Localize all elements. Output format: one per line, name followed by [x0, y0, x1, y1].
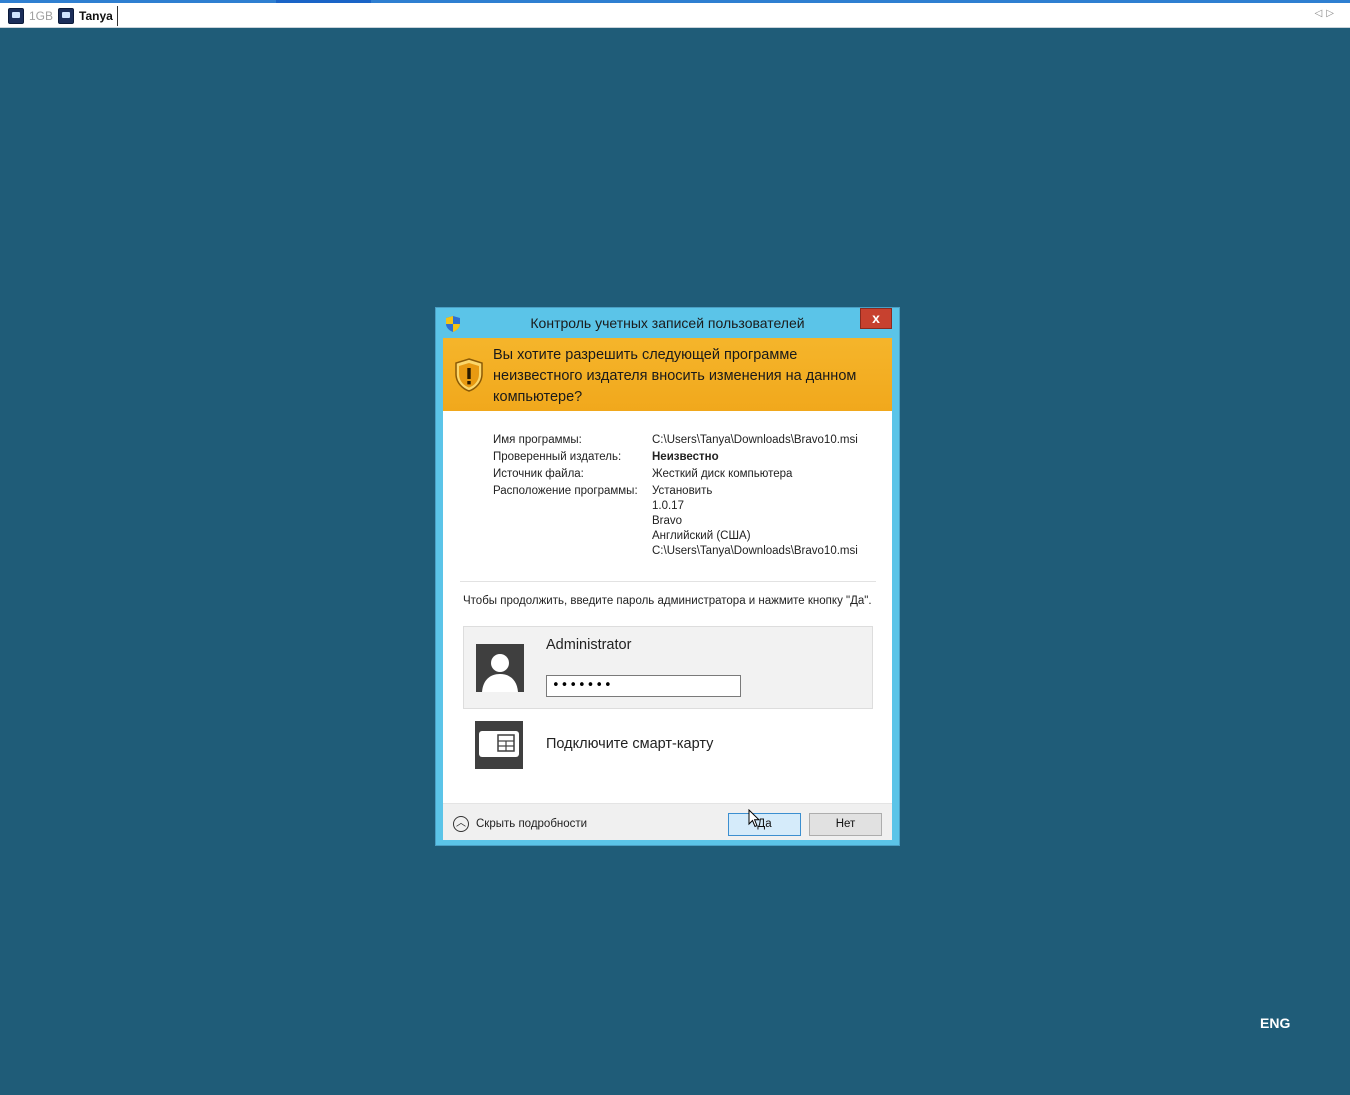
- admin-username: Administrator: [546, 637, 632, 653]
- tab-1gb[interactable]: 1GB: [8, 6, 53, 26]
- remote-tab-bar: 1GB Tanya ◁▷: [0, 0, 1350, 28]
- rdp-icon: [8, 8, 24, 24]
- credentials-prompt: Чтобы продолжить, введите пароль админис…: [463, 595, 872, 607]
- admin-credential-tile[interactable]: Administrator •••••••: [463, 626, 873, 709]
- detail-value: Неизвестно: [652, 451, 719, 463]
- no-button[interactable]: Нет: [809, 813, 882, 836]
- dialog-title: Контроль учетных записей пользователей: [530, 315, 805, 331]
- detail-value: 1.0.17: [652, 500, 684, 512]
- hide-details-toggle[interactable]: ︿ Скрыть подробности: [453, 816, 587, 832]
- yes-button[interactable]: Да: [728, 813, 801, 836]
- close-button[interactable]: x: [860, 308, 892, 329]
- details-panel: Имя программы: C:\Users\Tanya\Downloads\…: [443, 411, 892, 803]
- mouse-cursor-icon: [748, 809, 760, 828]
- smartcard-icon: [475, 721, 523, 769]
- detail-label: Источник файла:: [493, 468, 584, 480]
- tab-scroll-arrows[interactable]: ◁▷: [1315, 8, 1338, 19]
- smartcard-label: Подключите смарт-карту: [546, 736, 714, 752]
- hide-details-label: Скрыть подробности: [476, 818, 588, 830]
- tab-tanya-label: Tanya: [79, 9, 113, 23]
- tabbar-accent-active: [276, 0, 371, 3]
- detail-value: Жесткий диск компьютера: [652, 468, 793, 480]
- detail-value: Английский (США): [652, 530, 751, 542]
- dialog-footer: ︿ Скрыть подробности Да Нет: [443, 803, 892, 840]
- divider: [460, 581, 876, 582]
- tabbar-accent: [0, 0, 1350, 3]
- dialog-client: Вы хотите разрешить следующей программе …: [443, 338, 892, 840]
- uac-dialog: Контроль учетных записей пользователей x…: [435, 307, 900, 846]
- smartcard-option[interactable]: Подключите смарт-карту: [463, 720, 873, 772]
- detail-label: Расположение программы:: [493, 485, 638, 497]
- detail-label: Проверенный издатель:: [493, 451, 622, 463]
- scroll-right-icon[interactable]: ▷: [1326, 8, 1338, 19]
- detail-label: Имя программы:: [493, 434, 582, 446]
- dialog-titlebar[interactable]: Контроль учетных записей пользователей x: [436, 308, 899, 338]
- detail-value: Установить: [652, 485, 713, 497]
- tab-1gb-label: 1GB: [29, 9, 54, 23]
- tab-tanya[interactable]: Tanya: [58, 6, 118, 26]
- detail-value: C:\Users\Tanya\Downloads\Bravo10.msi: [652, 434, 858, 446]
- chevron-up-icon: ︿: [453, 816, 469, 832]
- detail-value: Bravo: [652, 515, 683, 527]
- warning-text: Вы хотите разрешить следующей программе …: [493, 347, 857, 405]
- scroll-left-icon[interactable]: ◁: [1315, 8, 1327, 19]
- warning-shield-icon: [455, 358, 483, 392]
- detail-value: C:\Users\Tanya\Downloads\Bravo10.msi: [652, 545, 858, 557]
- password-input[interactable]: •••••••: [546, 675, 741, 697]
- warning-banner: Вы хотите разрешить следующей программе …: [443, 338, 892, 411]
- user-avatar-icon: [476, 644, 524, 692]
- rdp-icon: [58, 8, 74, 24]
- language-indicator[interactable]: ENG: [1260, 1015, 1290, 1031]
